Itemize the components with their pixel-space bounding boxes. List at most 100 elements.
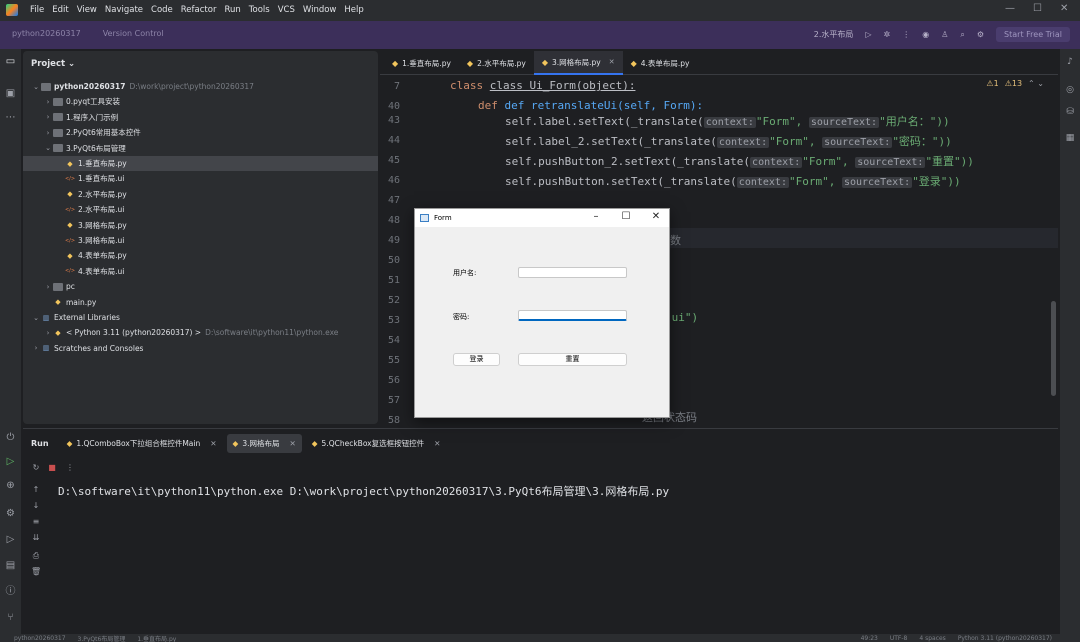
debug-icon[interactable]: ✲ [884, 30, 891, 39]
run-more-icon[interactable]: ⋮ [65, 463, 75, 473]
menu-help[interactable]: Help [344, 5, 363, 15]
close-icon[interactable]: ✕ [1060, 3, 1068, 14]
editor-tab[interactable]: ◆ 3.网格布局.py ✕ [533, 51, 623, 75]
close-run-tab-icon[interactable]: ✕ [434, 439, 440, 448]
problems-icon[interactable]: ⓘ [4, 585, 17, 598]
breadcrumb-item[interactable]: 1.垂直布局.py [137, 634, 176, 642]
notifications-icon[interactable]: ♪ [1064, 57, 1076, 69]
project-tree-item[interactable]: › ▥ Scratches and Consoles [23, 341, 378, 356]
sciview-icon[interactable]: ▦ [1064, 133, 1076, 145]
menu-view[interactable]: View [77, 5, 97, 15]
project-tree-item[interactable]: ⌄ 3.PyQt6布局管理 [23, 141, 378, 156]
terminal-icon[interactable]: ▤ [4, 559, 17, 572]
menu-navigate[interactable]: Navigate [105, 5, 143, 15]
account-icon[interactable]: ♙ [941, 30, 948, 39]
editor-tab[interactable]: ◆ 2.水平布局.py [459, 51, 534, 75]
project-tree-item[interactable]: </> 2.水平布局.ui [23, 202, 378, 217]
code-line-43[interactable]: self.label.setText(_translate(context: "F… [505, 113, 950, 129]
rerun-icon[interactable]: ↻ [31, 463, 41, 473]
menu-tools[interactable]: Tools [249, 5, 270, 15]
python-console-icon[interactable]: ⚙ [4, 507, 17, 520]
run-tab[interactable]: ◆ 5.QCheckBox复选框按钮控件 ✕ [306, 434, 447, 453]
editor-scrollbar[interactable] [1051, 301, 1056, 396]
sticky-def-line[interactable]: def def retranslateUi(self, Form): [478, 99, 703, 112]
ai-assistant-icon[interactable]: ◉ [922, 30, 929, 39]
chevron-right-icon[interactable]: › [43, 98, 53, 106]
project-tree-item[interactable]: </> 3.网格布局.ui [23, 233, 378, 248]
code-line-46[interactable]: self.pushButton.setText(_translate(conte… [505, 173, 961, 189]
run-icon[interactable]: ▷ [865, 30, 871, 39]
project-panel-title[interactable]: Project ⌄ [31, 59, 75, 69]
minimize-icon[interactable]: — [1005, 3, 1015, 14]
code-line-44[interactable]: self.label_2.setText(_translate(context:… [505, 133, 952, 149]
menu-run[interactable]: Run [224, 5, 240, 15]
more-icon[interactable]: ⋮ [902, 30, 910, 39]
project-tree-item[interactable]: › pc [23, 279, 378, 294]
chevron-right-icon[interactable]: › [43, 329, 53, 337]
form-minimize-icon[interactable]: – [587, 211, 605, 222]
clear-all-icon[interactable]: 🗑 [31, 567, 41, 577]
scroll-up-icon[interactable]: ↑ [31, 485, 41, 495]
breadcrumb-item[interactable]: python20260317 [14, 635, 66, 642]
code-line-45[interactable]: self.pushButton_2.setText(_translate(con… [505, 153, 974, 169]
menu-code[interactable]: Code [151, 5, 173, 15]
search-icon[interactable]: ⌕ [960, 30, 964, 40]
project-tree-item[interactable]: › 2.PyQt6常用基本控件 [23, 125, 378, 140]
inspection-widget[interactable]: ⚠1 ⚠13 ⌃ ⌄ [986, 79, 1044, 88]
vcs-menu[interactable]: Version Control [103, 29, 164, 38]
status-item[interactable]: Python 3.11 (python20260317) [958, 635, 1052, 642]
print-icon[interactable]: ⎙ [31, 551, 41, 561]
menu-refactor[interactable]: Refactor [181, 5, 217, 15]
project-tree-item[interactable]: ◆ 2.水平布局.py [23, 187, 378, 202]
login-button[interactable]: 登录 [453, 353, 500, 366]
close-tab-icon[interactable]: ✕ [609, 58, 615, 66]
form-maximize-icon[interactable]: ☐ [617, 211, 635, 222]
close-run-tab-icon[interactable]: ✕ [210, 439, 216, 448]
status-item[interactable]: UTF-8 [890, 635, 908, 642]
sticky-class-line[interactable]: class class Ui_Form(object): [450, 79, 635, 92]
ai-icon[interactable]: ◎ [1064, 85, 1076, 97]
chevron-down-icon[interactable]: ⌄ [31, 83, 41, 91]
scroll-to-end-icon[interactable]: ⇊ [31, 533, 41, 543]
menu-vcs[interactable]: VCS [278, 5, 295, 15]
breadcrumb-item[interactable]: 3.PyQt6布局管理 [78, 634, 126, 642]
chevron-down-icon[interactable]: ⌄ [43, 144, 53, 152]
structure-icon[interactable]: ▣ [4, 87, 17, 100]
project-tree-item[interactable]: ◆ 1.垂直布局.py [23, 156, 378, 171]
menu-file[interactable]: File [30, 5, 44, 15]
project-tree-item[interactable]: ⌄ python20260317 D:\work\project\python202… [23, 79, 378, 94]
status-item[interactable]: 4 spaces [919, 635, 945, 642]
start-free-trial-button[interactable]: Start Free Trial [996, 27, 1070, 42]
services-run-icon[interactable]: ▷ [4, 533, 17, 546]
chevron-right-icon[interactable]: › [43, 129, 53, 137]
project-tree-item[interactable]: › ◆ < Python 3.11 (python20260317) > D:\sof… [23, 325, 378, 340]
services-icon[interactable]: ⏻ [4, 431, 17, 444]
project-tree-item[interactable]: › 0.pyqt工具安装 [23, 94, 378, 109]
project-tree-item[interactable]: </> 1.垂直布局.ui [23, 171, 378, 186]
project-tree-item[interactable]: ⌄ ▥ External Libraries [23, 310, 378, 325]
menu-edit[interactable]: Edit [52, 5, 68, 15]
menu-window[interactable]: Window [303, 5, 337, 15]
close-run-tab-icon[interactable]: ✕ [289, 439, 295, 448]
run-tool-icon[interactable]: ▷ [4, 455, 17, 468]
form-close-icon[interactable]: ✕ [647, 211, 665, 222]
project-tree-item[interactable]: › 1.程序入门示例 [23, 110, 378, 125]
username-input[interactable] [518, 267, 627, 278]
chevron-right-icon[interactable]: › [43, 113, 53, 121]
reset-button[interactable]: 重置 [518, 353, 627, 366]
editor-tab[interactable]: ◆ 1.垂直布局.py [384, 51, 459, 75]
stop-icon[interactable]: ■ [47, 463, 57, 473]
run-config-selector[interactable]: 2.水平布局 [814, 29, 854, 40]
project-tree-item[interactable]: ◆ main.py [23, 295, 378, 310]
scroll-down-icon[interactable]: ↓ [31, 501, 41, 511]
python-packages-icon[interactable]: ⊕ [4, 479, 17, 492]
run-tab[interactable]: ◆ 3.网格布局 ✕ [226, 433, 302, 453]
status-item[interactable]: 49:23 [861, 635, 878, 642]
more-tools-icon[interactable]: ⋯ [4, 111, 17, 124]
soft-wrap-icon[interactable]: ≡ [31, 517, 41, 527]
git-icon[interactable]: ⑂ [4, 611, 17, 624]
project-tree-item[interactable]: ◆ 4.表单布局.py [23, 248, 378, 263]
password-input[interactable] [518, 310, 627, 321]
project-tree-item[interactable]: </> 4.表单布局.ui [23, 264, 378, 279]
editor-tab[interactable]: ◆ 4.表单布局.py [623, 51, 698, 75]
